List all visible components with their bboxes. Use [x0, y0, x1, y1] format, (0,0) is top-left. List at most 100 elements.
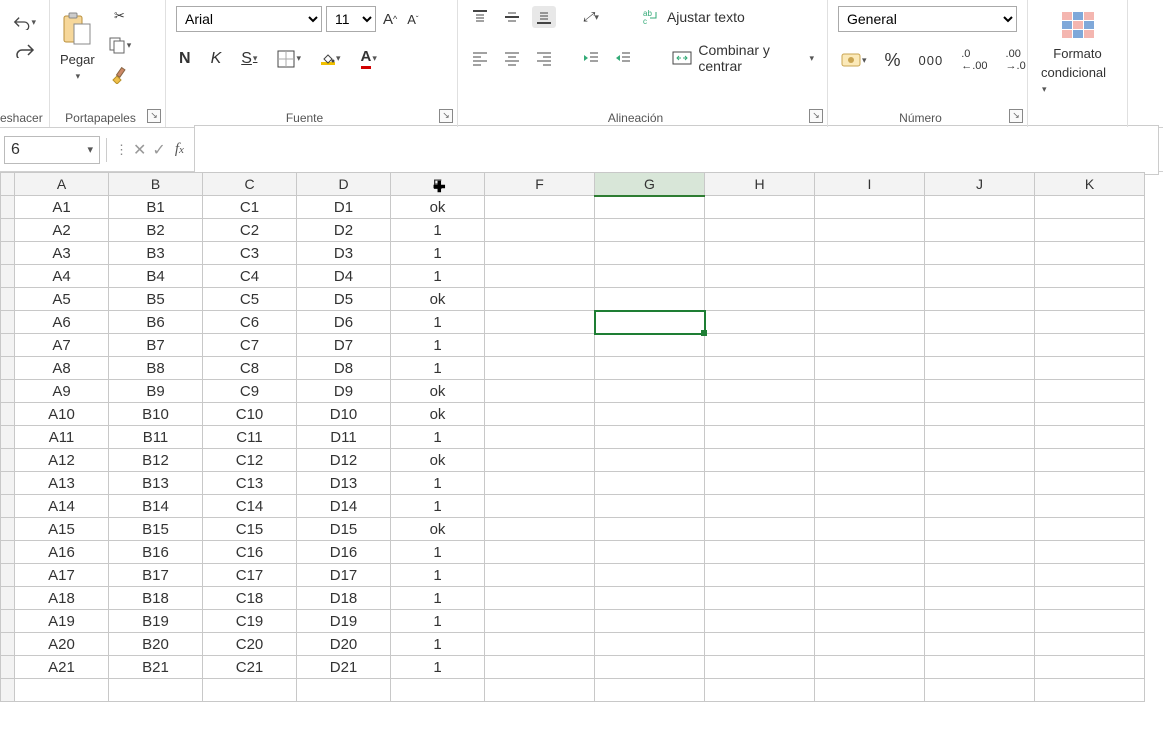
- cell-C21[interactable]: C21: [203, 656, 297, 679]
- font-name-select[interactable]: Arial: [176, 6, 322, 32]
- cell-F15[interactable]: [485, 518, 595, 541]
- cell-E14[interactable]: 1: [391, 495, 485, 518]
- cell-F20[interactable]: [485, 633, 595, 656]
- row-header-15[interactable]: [1, 518, 15, 541]
- cell-E11[interactable]: 1: [391, 426, 485, 449]
- cell-E1[interactable]: ok: [391, 196, 485, 219]
- orientation-button[interactable]: ⤢▾: [580, 7, 602, 27]
- row-header-2[interactable]: [1, 219, 15, 242]
- cell-F10[interactable]: [485, 403, 595, 426]
- row-header-1[interactable]: [1, 196, 15, 219]
- cell-H19[interactable]: [705, 610, 815, 633]
- column-header-H[interactable]: H: [705, 173, 815, 196]
- cell-D1[interactable]: D1: [297, 196, 391, 219]
- cut-button[interactable]: ✂: [111, 6, 128, 26]
- cell-J6[interactable]: [925, 311, 1035, 334]
- cell-H6[interactable]: [705, 311, 815, 334]
- cell-K6[interactable]: [1035, 311, 1145, 334]
- undo-button[interactable]: ▾: [10, 12, 39, 32]
- cancel-formula-button[interactable]: ✕: [130, 138, 149, 162]
- cell-G14[interactable]: [595, 495, 705, 518]
- fill-color-button[interactable]: ▾: [318, 51, 344, 67]
- decrease-font-button[interactable]: Aˇ: [404, 10, 421, 29]
- cell-J2[interactable]: [925, 219, 1035, 242]
- cell-K15[interactable]: [1035, 518, 1145, 541]
- cell-I16[interactable]: [815, 541, 925, 564]
- cell-A19[interactable]: A19: [15, 610, 109, 633]
- cell-J11[interactable]: [925, 426, 1035, 449]
- cell-E20[interactable]: 1: [391, 633, 485, 656]
- column-header-B[interactable]: B: [109, 173, 203, 196]
- currency-button[interactable]: ▾: [838, 49, 870, 71]
- cell-J18[interactable]: [925, 587, 1035, 610]
- cell-A22[interactable]: [15, 679, 109, 702]
- cell-H17[interactable]: [705, 564, 815, 587]
- bold-button[interactable]: N: [176, 48, 194, 70]
- row-header-12[interactable]: [1, 449, 15, 472]
- cell-C12[interactable]: C12: [203, 449, 297, 472]
- cell-C9[interactable]: C9: [203, 380, 297, 403]
- font-launcher[interactable]: [439, 109, 453, 123]
- row-header-9[interactable]: [1, 380, 15, 403]
- redo-button[interactable]: [10, 40, 39, 60]
- cell-H22[interactable]: [705, 679, 815, 702]
- cell-F5[interactable]: [485, 288, 595, 311]
- cell-E7[interactable]: 1: [391, 334, 485, 357]
- row-header-6[interactable]: [1, 311, 15, 334]
- cell-I17[interactable]: [815, 564, 925, 587]
- cell-D3[interactable]: D3: [297, 242, 391, 265]
- cell-I18[interactable]: [815, 587, 925, 610]
- cell-H10[interactable]: [705, 403, 815, 426]
- row-header-8[interactable]: [1, 357, 15, 380]
- cell-I2[interactable]: [815, 219, 925, 242]
- align-left-button[interactable]: [468, 47, 492, 69]
- row-header-13[interactable]: [1, 472, 15, 495]
- cell-K12[interactable]: [1035, 449, 1145, 472]
- cell-A6[interactable]: A6: [15, 311, 109, 334]
- cell-A20[interactable]: A20: [15, 633, 109, 656]
- cell-K22[interactable]: [1035, 679, 1145, 702]
- cell-B20[interactable]: B20: [109, 633, 203, 656]
- cell-B10[interactable]: B10: [109, 403, 203, 426]
- cell-G1[interactable]: [595, 196, 705, 219]
- column-header-E[interactable]: E: [391, 173, 485, 196]
- cell-G13[interactable]: [595, 472, 705, 495]
- cell-G3[interactable]: [595, 242, 705, 265]
- column-header-A[interactable]: A: [15, 173, 109, 196]
- cell-B7[interactable]: B7: [109, 334, 203, 357]
- cell-J1[interactable]: [925, 196, 1035, 219]
- increase-indent-button[interactable]: [611, 47, 635, 69]
- cell-C15[interactable]: C15: [203, 518, 297, 541]
- merge-center-button[interactable]: Combinar y centrar ▾: [669, 40, 817, 76]
- cell-B21[interactable]: B21: [109, 656, 203, 679]
- cell-A3[interactable]: A3: [15, 242, 109, 265]
- cell-E18[interactable]: 1: [391, 587, 485, 610]
- cell-C10[interactable]: C10: [203, 403, 297, 426]
- cell-I15[interactable]: [815, 518, 925, 541]
- cell-E17[interactable]: 1: [391, 564, 485, 587]
- cell-G15[interactable]: [595, 518, 705, 541]
- cell-B11[interactable]: B11: [109, 426, 203, 449]
- cell-K16[interactable]: [1035, 541, 1145, 564]
- cell-F4[interactable]: [485, 265, 595, 288]
- cell-J21[interactable]: [925, 656, 1035, 679]
- cell-H15[interactable]: [705, 518, 815, 541]
- cell-D5[interactable]: D5: [297, 288, 391, 311]
- cell-K13[interactable]: [1035, 472, 1145, 495]
- cell-C5[interactable]: C5: [203, 288, 297, 311]
- cell-G2[interactable]: [595, 219, 705, 242]
- cell-A21[interactable]: A21: [15, 656, 109, 679]
- increase-font-button[interactable]: A^: [380, 9, 400, 30]
- cell-K2[interactable]: [1035, 219, 1145, 242]
- cell-H21[interactable]: [705, 656, 815, 679]
- cell-H3[interactable]: [705, 242, 815, 265]
- cell-A7[interactable]: A7: [15, 334, 109, 357]
- cell-K9[interactable]: [1035, 380, 1145, 403]
- cell-D15[interactable]: D15: [297, 518, 391, 541]
- number-format-select[interactable]: General: [838, 6, 1017, 32]
- cell-B15[interactable]: B15: [109, 518, 203, 541]
- cell-I22[interactable]: [815, 679, 925, 702]
- cell-D9[interactable]: D9: [297, 380, 391, 403]
- cell-J20[interactable]: [925, 633, 1035, 656]
- cell-J16[interactable]: [925, 541, 1035, 564]
